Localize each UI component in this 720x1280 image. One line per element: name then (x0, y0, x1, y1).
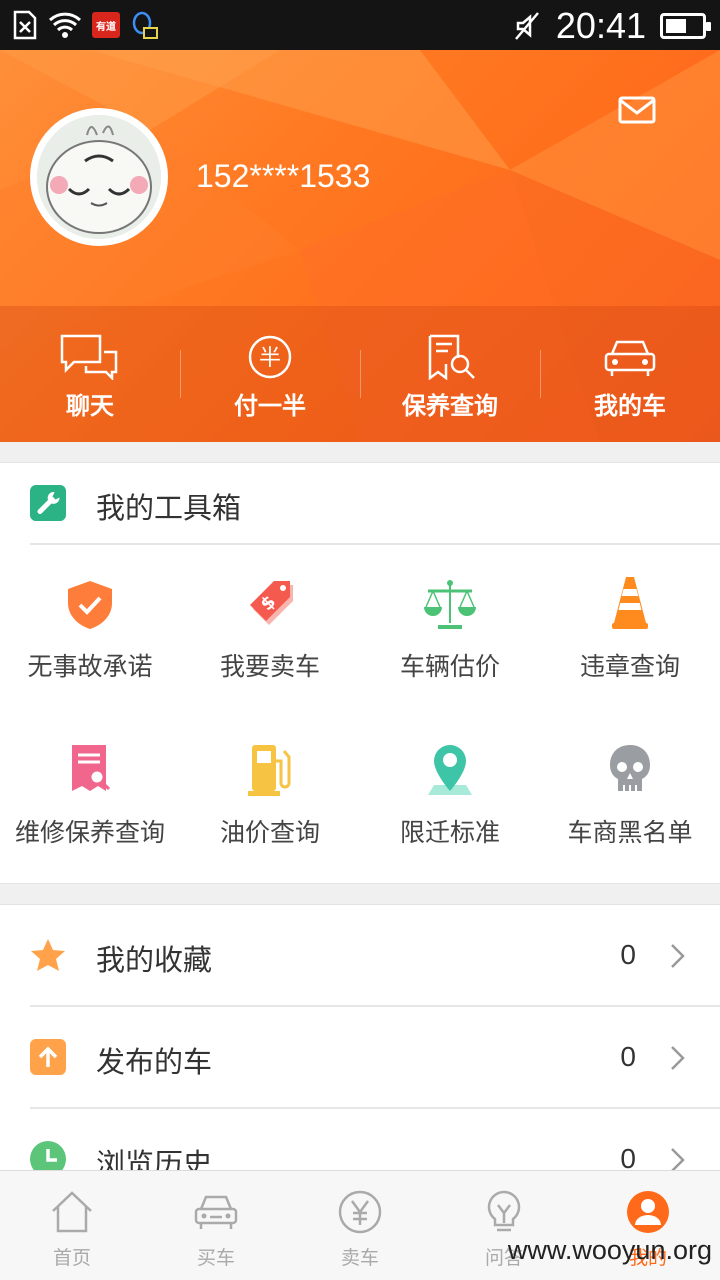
list-item-count: 0 (620, 939, 636, 970)
car-front-icon (194, 1195, 238, 1229)
tool-label: 无事故承诺 (27, 652, 153, 681)
fuel-pump-icon (248, 745, 291, 796)
shield-check-icon (68, 581, 112, 629)
star-icon (31, 939, 65, 971)
tool-label: 油价查询 (219, 818, 320, 847)
profile-header: 152****1533 聊天 半 付一半 保养查询 我的车 (0, 50, 720, 442)
tool-label: 维修保养查询 (14, 818, 165, 847)
tool-violation[interactable]: 违章查询 (540, 553, 720, 719)
list-item-label: 我的收藏 (96, 943, 213, 977)
car-icon (604, 340, 656, 376)
tool-label: 我要卖车 (219, 652, 320, 681)
list-item-count: 0 (620, 1041, 636, 1072)
tool-valuation[interactable]: 车辆估价 (360, 553, 540, 719)
repair-doc-icon (72, 745, 111, 791)
location-pin-icon (428, 745, 472, 795)
tool-no-accident[interactable]: 无事故承诺 (0, 553, 180, 719)
watermark: www.wooyun.org (507, 1235, 712, 1265)
nav-label: 买车 (196, 1247, 235, 1269)
list-item-label: 浏览历史 (96, 1147, 213, 1170)
quick-action-label: 付一半 (234, 392, 306, 420)
lightbulb-icon (487, 1190, 521, 1232)
nav-sell-car[interactable]: 卖车 (288, 1171, 432, 1280)
tool-dealer-blacklist[interactable]: 车商黑名单 (540, 719, 720, 885)
tool-fuel-price[interactable]: 油价查询 (180, 719, 360, 885)
quick-action-my-car[interactable]: 我的车 (540, 306, 720, 442)
divider (30, 543, 720, 545)
svg-text:半: 半 (259, 346, 281, 371)
wifi-icon (48, 12, 82, 38)
quick-action-chat[interactable]: 聊天 (0, 306, 180, 442)
no-sim-icon (13, 10, 37, 40)
battery-icon (660, 13, 711, 39)
clock-text: 20:41 (555, 5, 646, 46)
quick-action-label: 聊天 (66, 392, 114, 420)
mail-icon[interactable] (617, 94, 657, 126)
tool-label: 车商黑名单 (567, 818, 693, 847)
tool-label: 违章查询 (579, 652, 680, 681)
list-item-published-cars[interactable]: 发布的车 0 (0, 1007, 720, 1109)
qq-notify-icon (132, 11, 158, 39)
quick-action-label: 我的车 (594, 392, 666, 420)
menu-list: 我的收藏 0 发布的车 0 浏览历史 0 (0, 904, 720, 1170)
tool-sell-car[interactable]: $ 我要卖车 (180, 553, 360, 719)
quick-action-label: 保养查询 (402, 392, 498, 420)
yen-icon (338, 1190, 382, 1234)
upload-icon (30, 1039, 66, 1075)
quick-action-half-pay[interactable]: 半 付一半 (180, 306, 360, 442)
nav-buy-car[interactable]: 买车 (144, 1171, 288, 1280)
list-item-label: 发布的车 (96, 1045, 213, 1079)
price-tag-icon: $ (250, 581, 293, 625)
nav-label: 首页 (52, 1247, 91, 1269)
nav-home[interactable]: 首页 (0, 1171, 144, 1280)
list-item-history[interactable]: 浏览历史 0 (0, 1109, 720, 1170)
tool-label: 车辆估价 (399, 652, 500, 681)
quick-actions: 聊天 半 付一半 保养查询 我的车 (0, 306, 720, 442)
list-item-favorites[interactable]: 我的收藏 0 (0, 905, 720, 1007)
nav-label: 卖车 (340, 1247, 379, 1269)
half-pay-icon: 半 (248, 335, 292, 379)
toolbox-card: 我的工具箱 无事故承诺 $ 我要卖车 车辆估价 违章查询 维修保养查询 油价查询… (0, 462, 720, 884)
tool-grid: 无事故承诺 $ 我要卖车 车辆估价 违章查询 维修保养查询 油价查询 限迁标准 … (0, 553, 720, 885)
skull-icon (610, 745, 650, 791)
chat-icon (60, 334, 118, 380)
user-icon (627, 1191, 669, 1233)
list-item-count: 0 (620, 1143, 636, 1170)
mute-icon (514, 12, 539, 40)
avatar[interactable] (30, 108, 168, 246)
chevron-right-icon (671, 1148, 685, 1170)
toolbox-title: 我的工具箱 (96, 491, 242, 525)
tool-migration-standard[interactable]: 限迁标准 (360, 719, 540, 885)
traffic-cone-icon (612, 577, 648, 629)
toolbox-header: 我的工具箱 (0, 463, 720, 545)
tool-label: 限迁标准 (399, 818, 500, 847)
wrench-icon (30, 485, 66, 521)
avatar-image (37, 115, 161, 239)
home-icon (52, 1191, 92, 1233)
clock-icon (30, 1141, 66, 1170)
quick-action-maintenance[interactable]: 保养查询 (360, 306, 540, 442)
chevron-right-icon (671, 1046, 685, 1070)
youdao-icon: 有道 (92, 12, 120, 38)
maintenance-search-icon (428, 334, 475, 380)
scale-icon (424, 580, 476, 629)
username: 152****1533 (196, 158, 371, 194)
chevron-right-icon (671, 944, 685, 968)
status-bar: 有道 20:41 (0, 0, 720, 50)
tool-repair-query[interactable]: 维修保养查询 (0, 719, 180, 885)
